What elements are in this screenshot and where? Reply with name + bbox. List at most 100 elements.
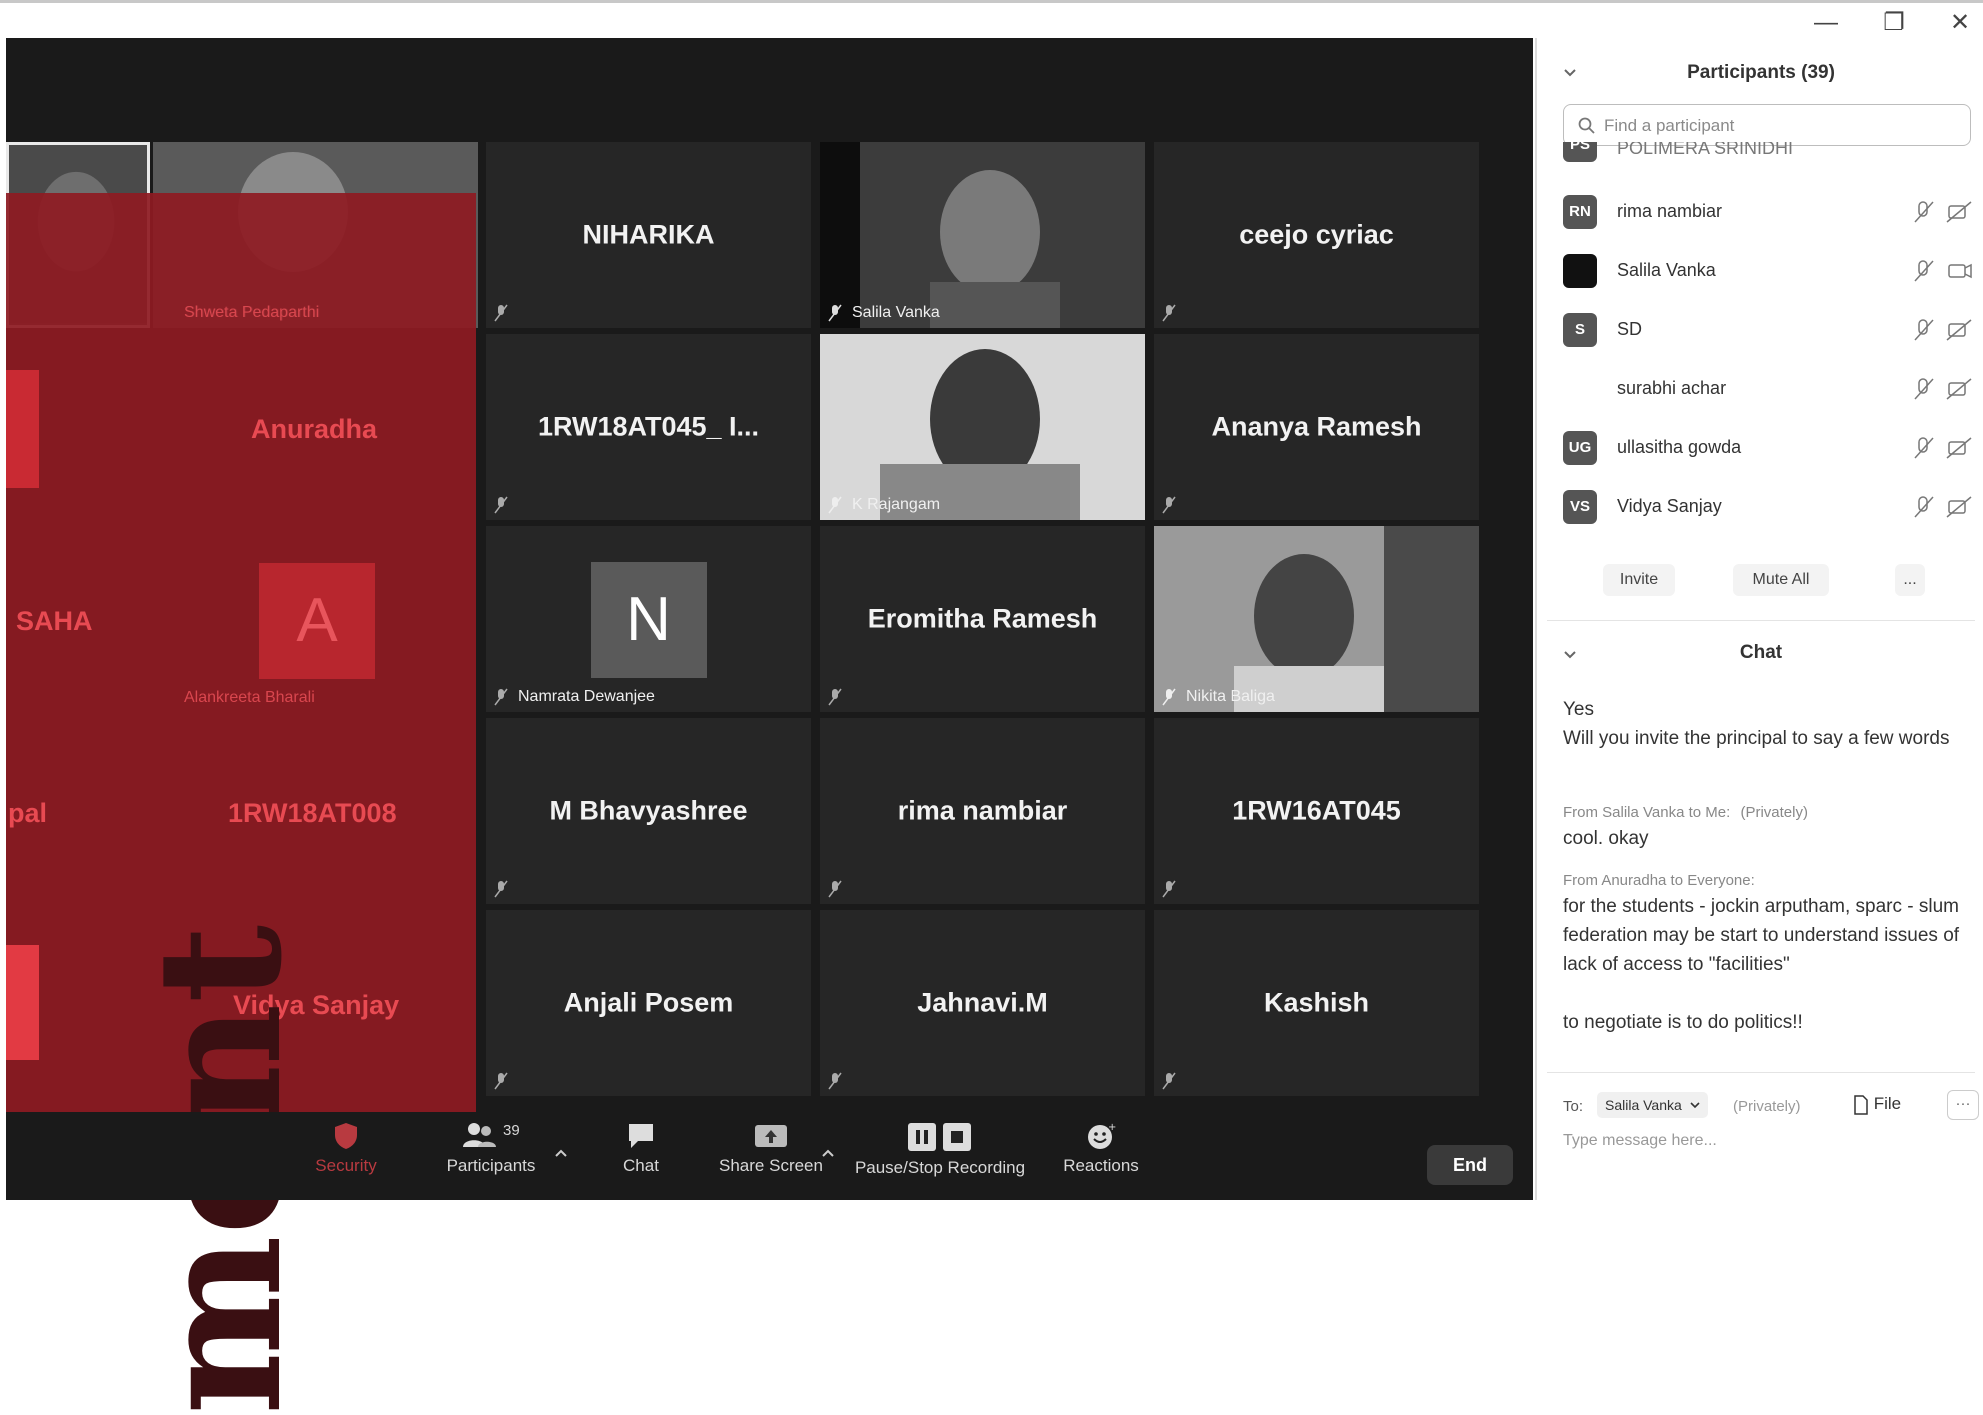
participant-caption: Salila Vanka (852, 304, 940, 321)
minimize-button[interactable]: — (1806, 10, 1846, 36)
chevron-down-icon (1690, 1102, 1700, 1109)
side-panel: Participants (39) Find a participant PS … (1535, 38, 1983, 1200)
participant-caption: K Rajangam (852, 496, 941, 513)
recording-controls[interactable]: Pause/Stop Recording (850, 1122, 1030, 1178)
participant-row[interactable]: VS Vidya Sanjay (1563, 487, 1973, 527)
recipient-dropdown[interactable]: Salila Vanka (1597, 1092, 1708, 1118)
mute-all-button[interactable]: Mute All (1733, 564, 1829, 596)
file-button[interactable]: File (1853, 1094, 1901, 1115)
participants-icon-wrap: 39 (436, 1122, 546, 1150)
avatar: RN (1563, 195, 1597, 229)
muted-mic-icon (494, 496, 508, 514)
participants-label: Participants (446, 1156, 536, 1175)
video-tile[interactable]: Anjali Posem (486, 910, 811, 1096)
restore-button[interactable]: ❐ (1874, 10, 1914, 36)
participant-row[interactable]: surabhi achar (1563, 369, 1973, 409)
chat-message: cool. okay (1563, 828, 1649, 849)
participant-name: 1RW18AT008 (228, 798, 397, 828)
video-tile[interactable]: Salila Vanka (820, 142, 1145, 328)
muted-mic-icon (494, 880, 508, 898)
panel-divider (1547, 620, 1975, 621)
participant-row[interactable]: UG ullasitha gowda (1563, 428, 1973, 468)
participant-row[interactable]: RN rima nambiar (1563, 192, 1973, 232)
share-screen-button[interactable]: Share Screen (711, 1122, 831, 1176)
participant-name: rima nambiar (897, 795, 1068, 826)
file-label: File (1873, 1094, 1902, 1113)
avatar: UG (1563, 431, 1597, 465)
pause-stop-icon (908, 1123, 971, 1151)
video-tile[interactable]: Jahnavi.M (820, 910, 1145, 1096)
video-tile[interactable]: M Bhavyashree (486, 718, 811, 904)
video-tile[interactable]: rima nambiar (820, 718, 1145, 904)
chat-message: to negotiate is to do politics!! (1563, 1012, 1803, 1033)
chat-message: Will you invite the principal to say a f… (1563, 728, 1950, 749)
participant-name: M Bhavyashree (549, 795, 748, 826)
participant-name: 1RW18AT045_ I... (537, 411, 760, 442)
muted-mic-icon (494, 304, 508, 322)
more-options-button[interactable]: ... (1895, 564, 1925, 596)
participant-search-input[interactable]: Find a participant (1563, 104, 1971, 146)
people-icon (463, 1123, 497, 1147)
participant-name: surabhi achar (1617, 378, 1727, 398)
participant-name: POLIMERA SRINIDHI (1617, 142, 1794, 158)
video-tile[interactable]: NIHARIKA (486, 142, 811, 328)
close-button[interactable]: ✕ (1940, 10, 1980, 36)
participant-caption: Namrata Dewanjee (518, 688, 655, 705)
shield-icon (335, 1123, 357, 1149)
participant-row[interactable]: S SD (1563, 310, 1973, 350)
chat-button[interactable]: Chat (596, 1122, 686, 1176)
chat-sender-name: From Salila Vanka to Me: (1563, 804, 1731, 821)
participant-name: ceejo cyriac (1239, 219, 1394, 250)
share-screen-label: Share Screen (719, 1156, 823, 1175)
recording-label: Pause/Stop Recording (854, 1158, 1026, 1177)
participant-name: Vidya Sanjay (1617, 496, 1722, 516)
chat-message-input[interactable]: Type message here... (1563, 1132, 1717, 1150)
participant-name: rima nambiar (1617, 201, 1723, 221)
svg-text:+: + (1108, 1122, 1116, 1133)
participant-caption: Shweta Pedaparthi (184, 304, 320, 321)
invite-button[interactable]: Invite (1603, 564, 1675, 596)
participant-name: ullasitha gowda (1617, 437, 1742, 457)
reactions-button[interactable]: + Reactions (1046, 1122, 1156, 1176)
panel-divider (1547, 1072, 1975, 1073)
avatar (1563, 254, 1597, 288)
video-tile[interactable]: 1RW18AT045_ I... (486, 334, 811, 520)
participants-title: Participants (39) (1687, 62, 1835, 83)
participant-caption: Alankreeta Bharali (184, 689, 315, 706)
end-meeting-button[interactable]: End (1427, 1145, 1513, 1185)
muted-mic-icon (1162, 688, 1176, 706)
share-options-caret[interactable] (818, 1142, 838, 1162)
participant-caption: Nikita Baliga (1186, 688, 1275, 705)
participant-name: SD (1617, 319, 1643, 339)
muted-mic-icon (494, 1072, 508, 1090)
participants-button[interactable]: 39 Participants (436, 1122, 546, 1176)
avatar: VS (1563, 490, 1597, 524)
search-placeholder: Find a participant (1604, 116, 1735, 135)
participant-row[interactable]: Salila Vanka (1563, 251, 1973, 291)
video-tile[interactable]: K Rajangam (820, 334, 1145, 520)
participants-count: 39 (503, 1122, 520, 1139)
participant-row[interactable]: PS POLIMERA SRINIDHI (1563, 142, 1973, 164)
chat-sender: From Salila Vanka to Me: (Privately) (1563, 804, 1808, 821)
muted-mic-icon (494, 688, 508, 706)
video-tile[interactable]: Eromitha Ramesh (820, 526, 1145, 712)
security-button[interactable]: Security (296, 1122, 396, 1176)
video-tile[interactable]: Nikita Baliga (1154, 526, 1479, 712)
participant-name: Eromitha Ramesh (867, 603, 1098, 634)
avatar: N (590, 562, 707, 678)
video-tile[interactable]: ceejo cyriac (1154, 142, 1479, 328)
chat-title: Chat (1739, 642, 1783, 663)
video-tile[interactable]: Ananya Ramesh (1154, 334, 1479, 520)
participants-options-caret[interactable] (551, 1142, 571, 1162)
participant-name: 1RW16AT045 (1232, 795, 1401, 826)
video-tile[interactable]: 1RW16AT045 (1154, 718, 1479, 904)
video-tile[interactable]: N Namrata Dewanjee (486, 526, 811, 712)
muted-mic-icon (828, 880, 842, 898)
chat-sender-name: From Anuradha to Everyone: (1563, 872, 1755, 889)
avatar: A (259, 563, 375, 679)
video-tile[interactable]: Kashish (1154, 910, 1479, 1096)
participant-name: SAHA (16, 606, 93, 636)
recipient-value: Salila Vanka (1605, 1097, 1682, 1113)
muted-mic-icon (1162, 880, 1176, 898)
chat-more-button[interactable]: ··· (1947, 1090, 1979, 1120)
